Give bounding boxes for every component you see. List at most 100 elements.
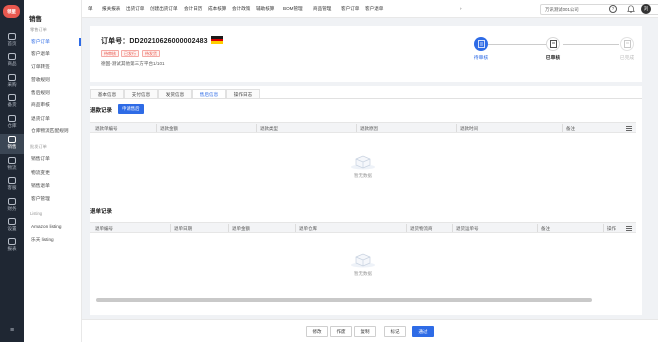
submenu-item[interactable]: 售后规则 [31,90,50,96]
top-tab[interactable]: 会计日历 [184,6,202,12]
box-icon [8,53,16,60]
submenu-item[interactable]: 商品审核 [31,102,50,108]
column-divider [562,124,563,132]
company-name: 万讯测试001公司 [545,7,579,12]
leftnav-item[interactable]: 采购 [0,72,24,92]
top-tab[interactable]: 客户订单 [341,6,359,12]
footer-button-4[interactable]: 标记 [384,326,406,337]
submenu-item[interactable]: 退货订单 [31,116,50,122]
leftnav-label: 客服 [7,185,17,190]
column-divider [156,124,157,132]
top-tab[interactable]: 单 [88,6,93,12]
refund-column-header: 备注 [566,126,575,131]
step-completed: 已完成 [608,37,646,61]
leftnav-item[interactable]: 商品 [0,51,24,71]
order-detail-card: 基本信息 支付信息 发货信息 售后信息 操作日志 退款记录 申请售后 退款单编号 退款金额… [90,86,642,315]
submenu-item[interactable]: 客户订单 [31,39,50,45]
submenu-active-indicator [79,38,81,46]
left-nav-bar: 领星 首页 商品采购备货仓库销售物流客服财务 设置 报表 ≡ [0,0,24,342]
leftnav-item[interactable]: 备货 [0,92,24,112]
column-divider [406,224,407,232]
refund-column-header: 退款时间 [460,126,478,131]
empty-box-icon [350,152,376,170]
leftnav-item[interactable]: 首页 [0,31,24,51]
top-tab[interactable]: 出货订单 [126,6,144,12]
user-avatar[interactable]: 刘 [641,4,651,14]
truck-icon [8,157,16,164]
leftnav-item[interactable]: 客服 [0,175,24,195]
submenu-item[interactable]: 销售退单 [31,183,50,189]
bell-icon[interactable] [627,5,635,13]
refund-column-header: 退款原因 [360,126,378,131]
column-settings-icon[interactable] [626,125,632,131]
horizontal-scrollbar[interactable] [96,298,592,302]
column-settings-icon[interactable] [626,225,632,231]
leftnav-label: 仓库 [7,123,17,128]
sales-chart-icon [8,136,16,143]
submenu-item[interactable]: 订单转签 [31,64,50,70]
top-tab[interactable]: 成本核算 [208,6,226,12]
document-icon [620,37,634,51]
return-empty-state: 暂无数据 [338,250,388,277]
top-tab[interactable]: 辅助核算 [256,6,274,12]
submenu-group-label: 批发订单 [30,144,47,149]
return-table-header: 退单编号 退单日期 退单金额 退单仓库 退货物流商 退货运单号 备注 操作 [90,222,636,233]
leftnav-label: 备货 [7,102,17,107]
submenu-item[interactable]: 物流变更 [31,170,50,176]
cart-icon [8,74,16,81]
leftnav-item[interactable]: 财务 [0,196,24,216]
finance-icon [8,198,16,205]
document-icon [546,37,560,51]
footer-button-1[interactable]: 修改 [306,326,328,337]
column-divider [537,224,538,232]
footer-button-5[interactable]: 通过 [412,326,434,337]
submenu-item[interactable]: Amazon listing [31,224,61,229]
step-label: 已审核 [545,56,561,61]
column-divider [456,124,457,132]
submenu-item[interactable]: 客户退单 [31,51,50,57]
warehouse-icon [8,115,16,122]
order-number: 订单号：DD20210626000002483 [101,38,208,45]
leftnav-item[interactable]: 仓库 [0,113,24,133]
submenu-item[interactable]: 客户管理 [31,196,50,202]
submenu-item[interactable]: 仓库物流匹配规则 [31,128,69,134]
apply-after-sale-button[interactable]: 申请售后 [118,104,144,114]
empty-box-icon [350,250,376,268]
leftnav-item[interactable]: 报表 [0,236,24,256]
column-divider [356,124,357,132]
return-section-title: 退单记录 [90,209,113,215]
store-name: 德国-测试其他第三方平台1/101 [101,61,165,66]
top-tab[interactable]: 报关报表 [102,6,120,12]
top-tab[interactable]: 创建出货订单 [150,6,178,12]
top-tab[interactable]: BOM管理 [283,6,303,12]
refund-empty-state: 暂无数据 [338,152,388,179]
leftnav-item[interactable]: 销售 [0,134,24,154]
step-label: 已完成 [619,56,635,61]
step-label: 待审核 [473,56,489,61]
footer-button-2[interactable]: 作废 [330,326,352,337]
submenu-item[interactable]: 营收规则 [31,77,50,83]
settings-icon [8,218,16,225]
return-column-header: 退单日期 [174,226,192,231]
leftnav-label: 销售 [7,144,17,149]
menu-collapse-icon[interactable]: ≡ [8,327,16,334]
top-tab[interactable]: 商品管理 [313,6,331,12]
leftnav-item[interactable]: 设置 [0,216,24,236]
submenu-item[interactable]: 乐天 listing [31,237,54,243]
refund-column-header: 退款金额 [160,126,178,131]
submenu-group-label: 零售订单 [30,27,47,32]
top-tab[interactable]: 会计政策 [232,6,250,12]
refund-column-header: 退款类型 [260,126,278,131]
footer-button-3[interactable]: 复制 [354,326,376,337]
more-tabs-icon[interactable]: › [460,6,462,11]
column-divider [228,224,229,232]
submenu-group-label: Listing [30,211,43,216]
sales-submenu: 销售 零售订单 客户订单 客户退单 订单转签 营收规则 售后规则 商品审核 退货订单 仓库物流匹… [24,0,82,342]
app-logo[interactable]: 领星 [3,5,20,18]
submenu-item[interactable]: 销售订单 [31,156,50,162]
help-icon[interactable]: ? [609,5,617,13]
leftnav-label: 采购 [7,82,17,87]
return-column-header: 退货运单号 [456,226,479,231]
leftnav-item[interactable]: 物流 [0,155,24,175]
top-tab[interactable]: 客户退单 [365,6,383,12]
